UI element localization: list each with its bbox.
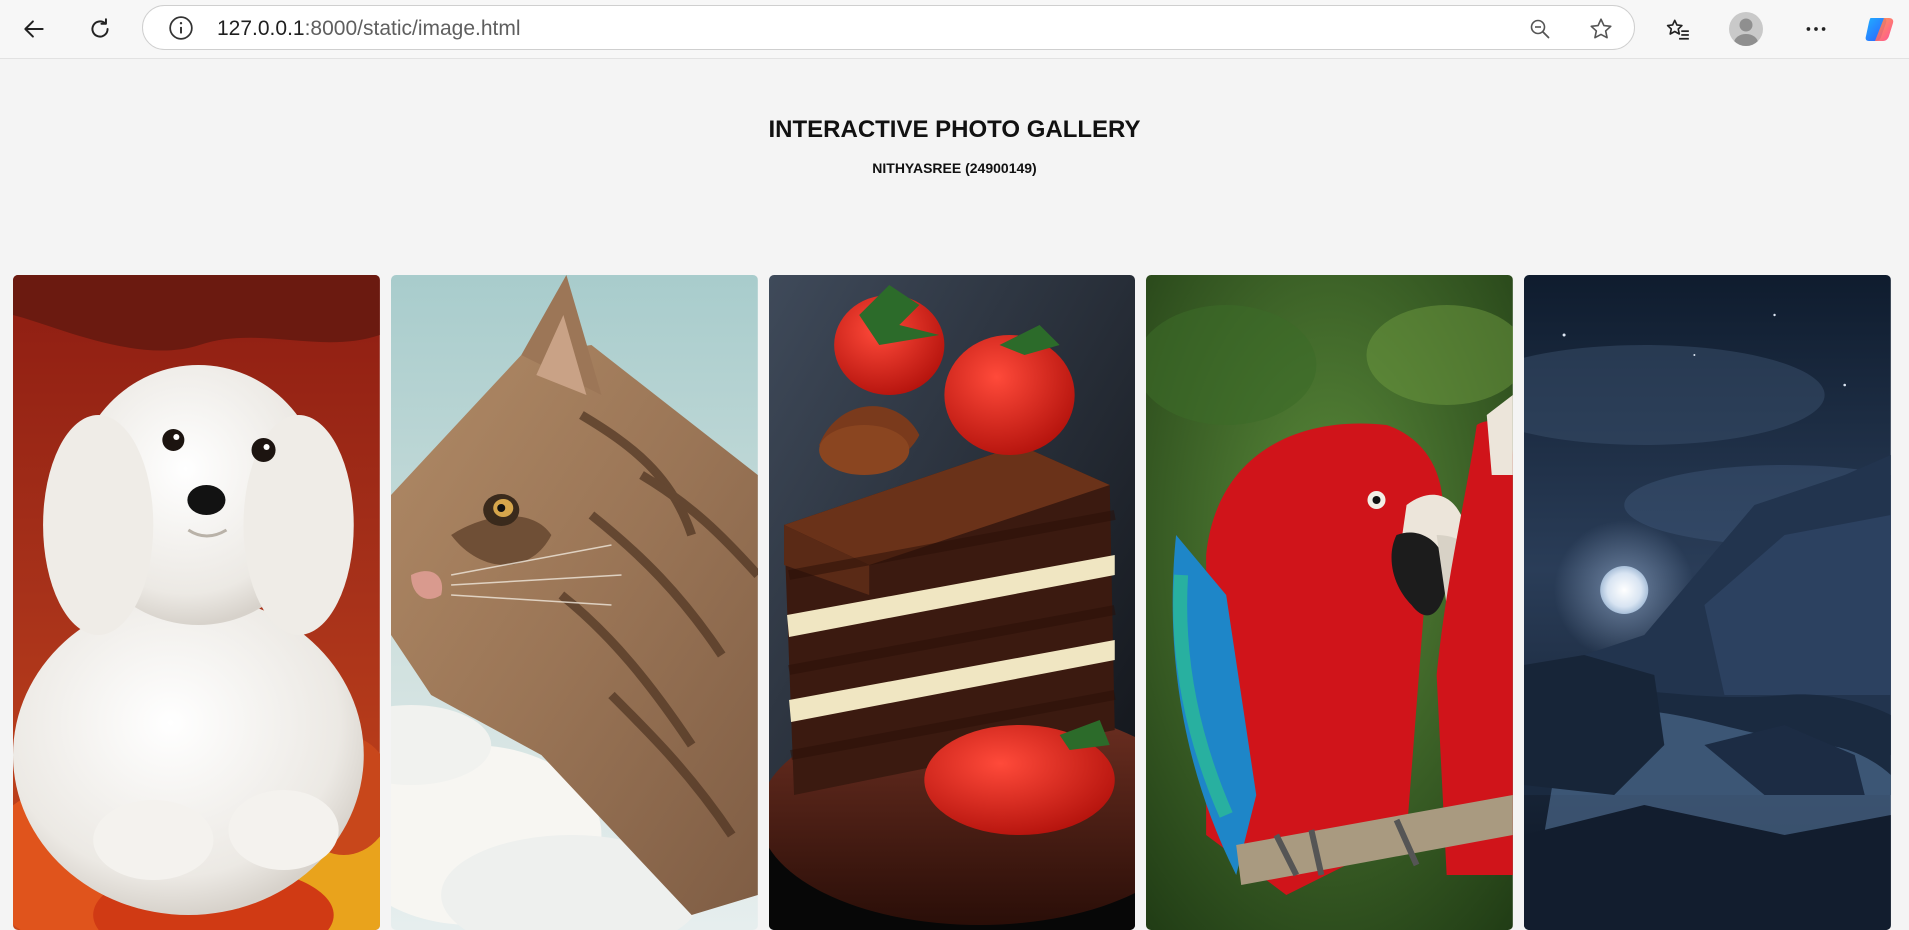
profile-icon[interactable] bbox=[1729, 12, 1763, 46]
gallery-photo-cake[interactable] bbox=[768, 275, 1136, 930]
copilot-icon[interactable] bbox=[1863, 12, 1897, 46]
reload-icon[interactable] bbox=[80, 10, 120, 48]
browser-toolbar: 127.0.0.1:8000/static/image.html bbox=[0, 0, 1909, 59]
gallery-photo-parrots[interactable] bbox=[1146, 275, 1514, 930]
address-url[interactable]: 127.0.0.1:8000/static/image.html bbox=[217, 17, 521, 41]
favorites-icon[interactable] bbox=[1658, 10, 1698, 48]
page-subtitle: NITHYASREE (24900149) bbox=[872, 160, 1037, 176]
address-bar[interactable]: 127.0.0.1:8000/static/image.html bbox=[142, 5, 1635, 50]
url-path: :8000/static/image.html bbox=[304, 17, 521, 40]
gallery-photo-cat[interactable] bbox=[390, 275, 758, 930]
photo-gallery bbox=[13, 275, 1891, 930]
page-title: INTERACTIVE PHOTO GALLERY bbox=[768, 116, 1141, 143]
gallery-photo-puppy[interactable] bbox=[13, 275, 380, 930]
url-host: 127.0.0.1 bbox=[217, 17, 305, 40]
gallery-photo-night-landscape[interactable] bbox=[1524, 275, 1891, 930]
info-icon[interactable] bbox=[168, 15, 194, 41]
star-icon[interactable] bbox=[1587, 15, 1615, 43]
back-arrow-icon[interactable] bbox=[14, 10, 54, 48]
zoom-out-icon[interactable] bbox=[1526, 15, 1554, 43]
more-icon[interactable] bbox=[1796, 10, 1836, 48]
